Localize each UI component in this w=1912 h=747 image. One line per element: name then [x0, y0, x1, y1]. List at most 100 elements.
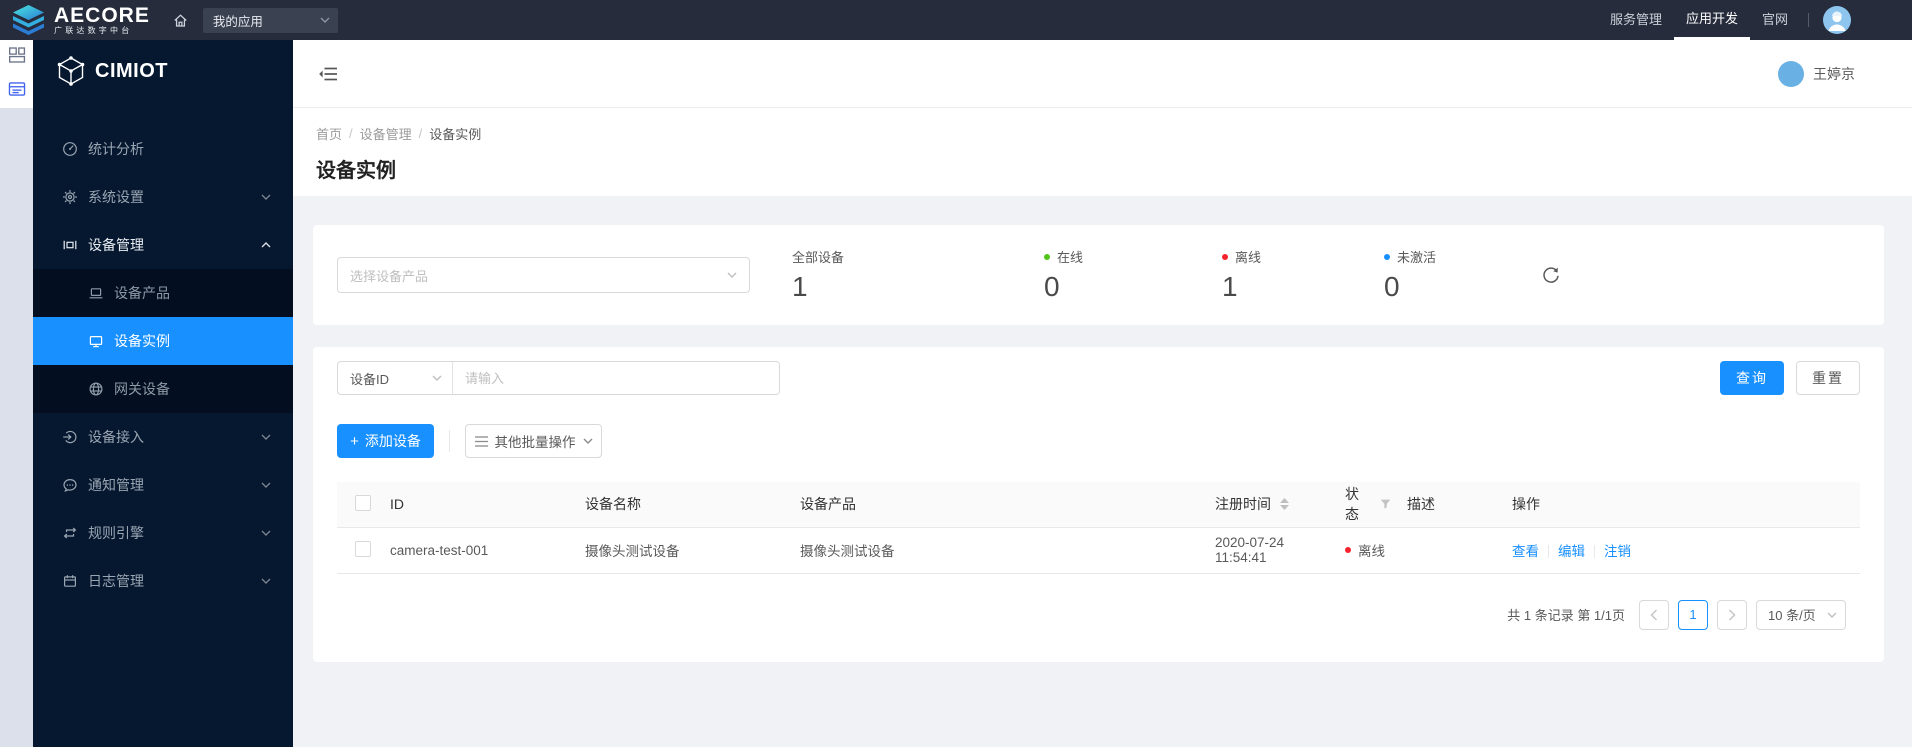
topnav-service-manage[interactable]: 服务管理	[1598, 0, 1674, 40]
prev-page-button[interactable]	[1639, 599, 1669, 630]
col-actions: 操作	[1504, 482, 1860, 528]
cell-registered-time: 2020-07-24 11:54:41	[1207, 527, 1337, 574]
brand-name: AECORE	[54, 3, 150, 27]
chevron-down-icon	[261, 578, 271, 584]
device-list-card: 设备ID 查询 重置 + 添加设备	[313, 347, 1884, 662]
sort-icons[interactable]	[1280, 498, 1289, 511]
next-page-button[interactable]	[1717, 599, 1747, 630]
user-avatar-icon[interactable]	[1823, 6, 1851, 34]
row-checkbox[interactable]	[355, 540, 371, 557]
product-name: CIMIOT	[95, 59, 168, 82]
sidebar-item-label: 网关设备	[114, 381, 170, 397]
col-device-product: 设备产品	[792, 482, 1207, 528]
search-group: 设备ID	[337, 361, 780, 395]
breadcrumb-separator: /	[349, 126, 353, 141]
table-header-row: ID 设备名称 设备产品 注册时间 状态 描述 操作	[337, 482, 1860, 528]
sidebar-item-device-product[interactable]: 设备产品	[33, 269, 293, 317]
search-input[interactable]	[453, 362, 779, 394]
deregister-link[interactable]: 注销	[1604, 544, 1631, 559]
cell-device-product: 摄像头测试设备	[792, 527, 1207, 574]
stat-label: 离线	[1235, 250, 1262, 265]
sidebar-item-label: 系统设置	[88, 189, 144, 205]
sidebar-item-gateway-device[interactable]: 网关设备	[33, 365, 293, 413]
sidebar-item-system-settings[interactable]: 系统设置	[33, 173, 293, 221]
product-brand: CIMIOT	[33, 40, 293, 102]
stat-value: 0	[1384, 271, 1400, 302]
app-strip	[0, 40, 33, 747]
batch-operations-button[interactable]: 其他批量操作	[465, 424, 602, 458]
stat-online: 在线 0	[1044, 247, 1083, 303]
stat-total-devices: 全部设备 1	[792, 247, 844, 303]
chevron-right-icon	[1728, 608, 1736, 621]
add-device-button[interactable]: + 添加设备	[337, 424, 434, 458]
aecore-logo[interactable]: AECORE 广联达数字中台	[10, 3, 150, 36]
refresh-icon[interactable]	[1541, 265, 1561, 285]
col-description: 描述	[1399, 482, 1504, 528]
breadcrumb-separator: /	[418, 126, 423, 141]
sidebar-item-notification-manage[interactable]: 通知管理	[33, 461, 293, 509]
device-stats-card: 选择设备产品 全部设备 1 在线 0 离线 1 未激活 0	[313, 225, 1884, 325]
current-user[interactable]: 王婷京	[1778, 60, 1855, 87]
device-manage-icon	[63, 240, 77, 250]
iot-app-window-icon[interactable]	[8, 80, 26, 98]
filter-icon[interactable]	[1380, 498, 1391, 510]
sidebar-item-label: 通知管理	[88, 477, 144, 493]
menu-fold-icon[interactable]	[318, 65, 338, 83]
page-number-button[interactable]: 1	[1678, 599, 1708, 630]
side-menu: 统计分析 系统设置 设备管理 设备产品 设备实例 网关设备 设备接入 通知管理 …	[33, 102, 293, 605]
topnav-official-site[interactable]: 官网	[1750, 0, 1800, 40]
list-icon	[474, 435, 488, 447]
app-select[interactable]: 我的应用	[202, 7, 338, 33]
chevron-down-icon	[727, 272, 737, 278]
breadcrumb-current: 设备实例	[429, 127, 482, 142]
gear-icon	[63, 190, 77, 204]
sidebar-item-device-instance[interactable]: 设备实例	[33, 317, 293, 365]
breadcrumb-device-manage[interactable]: 设备管理	[360, 124, 412, 143]
not-activated-dot	[1384, 253, 1390, 260]
topnav-divider	[1808, 13, 1809, 27]
dashboard-icon	[63, 142, 77, 156]
sidebar-item-device-access[interactable]: 设备接入	[33, 413, 293, 461]
view-link[interactable]: 查看	[1512, 544, 1539, 559]
edit-link[interactable]: 编辑	[1558, 544, 1585, 559]
sidebar-item-log-manage[interactable]: 日志管理	[33, 557, 293, 605]
col-device-name: 设备名称	[577, 482, 792, 528]
apps-grid-icon[interactable]	[8, 46, 26, 64]
chevron-down-icon	[261, 194, 271, 200]
reset-button[interactable]: 重置	[1796, 361, 1860, 395]
topnav-app-dev[interactable]: 应用开发	[1673, 0, 1750, 40]
access-icon	[63, 430, 77, 444]
logs-icon	[63, 575, 77, 587]
search-field-select[interactable]: 设备ID	[338, 362, 452, 394]
sidebar-item-rule-engine[interactable]: 规则引擎	[33, 509, 293, 557]
pagination: 共 1 条记录 第 1/1页 1 10 条/页	[337, 599, 1860, 630]
caret-down-icon	[1280, 505, 1289, 511]
page-head: 首页 / 设备管理 / 设备实例 设备实例	[293, 108, 1912, 196]
sidebar-item-statistics[interactable]: 统计分析	[33, 125, 293, 173]
batch-operations-label: 其他批量操作	[494, 435, 576, 450]
query-button[interactable]: 查询	[1720, 361, 1784, 395]
breadcrumb-home[interactable]: 首页	[316, 124, 342, 143]
rules-icon	[63, 527, 77, 539]
monitor-icon	[89, 335, 103, 348]
app-strip-tiles	[0, 40, 33, 108]
cell-status: 离线	[1337, 527, 1399, 574]
col-registered-time[interactable]: 注册时间	[1207, 482, 1337, 528]
sidebar-item-device-manage[interactable]: 设备管理	[33, 221, 293, 269]
avatar	[1778, 60, 1804, 87]
top-bar: AECORE 广联达数字中台 我的应用 服务管理 应用开发 官网	[0, 0, 1912, 40]
main-area: 王婷京 首页 / 设备管理 / 设备实例 设备实例 选择设备产品 全部设备 1 …	[293, 40, 1912, 747]
chevron-down-icon	[261, 482, 271, 488]
aecore-logo-icon	[13, 4, 44, 35]
home-icon[interactable]	[172, 12, 189, 29]
toolbar-divider	[449, 430, 450, 452]
select-all-checkbox[interactable]	[355, 494, 371, 511]
search-field-value: 设备ID	[350, 371, 390, 387]
sidebar-item-label: 规则引擎	[88, 525, 144, 541]
col-status[interactable]: 状态	[1337, 482, 1399, 528]
stat-value: 1	[792, 271, 808, 302]
sidebar-item-label: 统计分析	[88, 141, 144, 157]
page-size-select[interactable]: 10 条/页	[1756, 599, 1846, 630]
table-row: camera-test-001 摄像头测试设备 摄像头测试设备 2020-07-…	[337, 527, 1860, 574]
product-select[interactable]: 选择设备产品	[337, 257, 750, 293]
